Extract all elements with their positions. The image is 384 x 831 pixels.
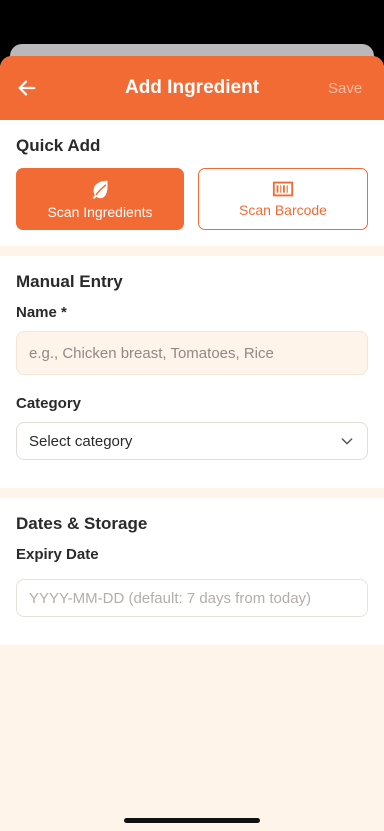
scan-barcode-button[interactable]: Scan Barcode bbox=[198, 168, 368, 230]
scan-ingredients-label: Scan Ingredients bbox=[47, 204, 153, 220]
scan-ingredients-button[interactable]: Scan Ingredients bbox=[16, 168, 184, 230]
quick-add-title: Quick Add bbox=[16, 136, 101, 155]
category-label: Category bbox=[16, 395, 82, 412]
manual-entry-section: Manual Entry Name * Category Select cate… bbox=[0, 256, 384, 488]
scan-barcode-label: Scan Barcode bbox=[239, 202, 327, 218]
arrow-left-icon bbox=[18, 80, 36, 96]
name-input[interactable] bbox=[16, 331, 368, 375]
save-button[interactable]: Save bbox=[328, 80, 368, 97]
home-indicator bbox=[124, 818, 260, 823]
barcode-icon bbox=[272, 181, 294, 197]
expiry-date-label: Expiry Date bbox=[16, 546, 99, 563]
category-value: Select category bbox=[29, 432, 133, 450]
quick-add-section: Quick Add Scan Ingredients Scan Barcode bbox=[0, 120, 384, 246]
page-title: Add Ingredient bbox=[124, 77, 260, 98]
dates-storage-title: Dates & Storage bbox=[16, 514, 148, 533]
leaf-icon bbox=[92, 180, 108, 200]
back-button[interactable] bbox=[16, 68, 56, 108]
quick-add-row: Scan Ingredients Scan Barcode bbox=[16, 168, 368, 230]
category-select[interactable]: Select category bbox=[16, 422, 368, 460]
manual-entry-title: Manual Entry bbox=[16, 272, 123, 291]
dates-storage-section: Dates & Storage Expiry Date bbox=[0, 498, 384, 645]
name-label: Name * bbox=[16, 304, 67, 321]
expiry-date-input[interactable] bbox=[16, 579, 368, 617]
chevron-down-icon bbox=[341, 438, 353, 445]
header-bar: Add Ingredient Save bbox=[0, 56, 384, 120]
add-ingredient-sheet: Add Ingredient Save Quick Add Scan Ingre… bbox=[0, 56, 384, 831]
